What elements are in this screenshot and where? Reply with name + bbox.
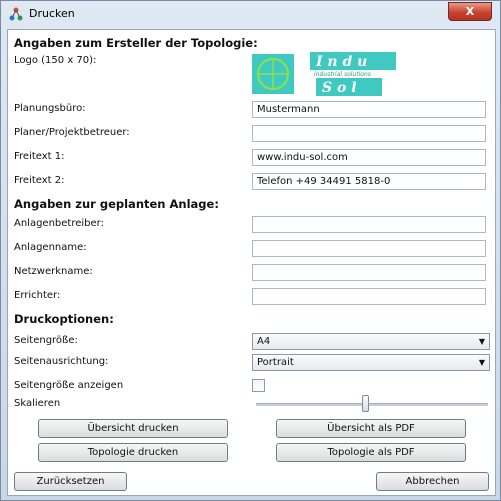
page-size-value: A4 bbox=[257, 336, 271, 347]
topology-print-button[interactable]: Topologie drucken bbox=[38, 443, 228, 462]
freitext2-label: Freitext 2: bbox=[14, 175, 65, 186]
anlagenname-input[interactable] bbox=[252, 240, 486, 257]
logo-line2: S o l bbox=[322, 80, 357, 96]
logo-image[interactable]: I n d u industrial solutions S o l bbox=[252, 50, 397, 96]
anlagenbetreiber-label: Anlagenbetreiber: bbox=[14, 218, 104, 229]
netzwerkname-input[interactable] bbox=[252, 264, 486, 281]
chevron-down-icon: ▼ bbox=[478, 358, 485, 367]
dialog-content: Angaben zum Ersteller der Topologie: Log… bbox=[7, 29, 496, 496]
overview-pdf-button[interactable]: Übersicht als PDF bbox=[276, 419, 466, 438]
section-print-heading: Druckoptionen: bbox=[14, 312, 114, 326]
scale-slider-thumb[interactable] bbox=[362, 395, 370, 412]
reset-button[interactable]: Zurücksetzen bbox=[14, 472, 127, 491]
title-bar: Drucken X bbox=[1, 1, 500, 27]
orientation-label: Seitenausrichtung: bbox=[14, 356, 109, 367]
show-page-size-checkbox[interactable] bbox=[252, 379, 265, 392]
page-size-label: Seitengröße: bbox=[14, 335, 78, 346]
planer-label: Planer/Projektbetreuer: bbox=[14, 127, 130, 138]
orientation-value: Portrait bbox=[257, 357, 294, 368]
scale-label: Skalieren bbox=[14, 398, 61, 409]
planungsbuero-label: Planungsbüro: bbox=[14, 103, 86, 114]
section-plant-heading: Angaben zur geplanten Anlage: bbox=[14, 197, 219, 211]
cancel-button[interactable]: Abbrechen bbox=[376, 472, 489, 491]
page-size-select[interactable]: A4 ▼ bbox=[252, 333, 490, 350]
planungsbuero-input[interactable]: Mustermann bbox=[252, 101, 486, 118]
anlagenname-label: Anlagenname: bbox=[14, 242, 87, 253]
freitext2-input[interactable]: Telefon +49 34491 5818-0 bbox=[252, 173, 486, 190]
topology-pdf-button[interactable]: Topologie als PDF bbox=[276, 443, 466, 462]
errichter-input[interactable] bbox=[252, 288, 486, 305]
chevron-down-icon: ▼ bbox=[478, 337, 485, 346]
logo-line1: I n d u bbox=[315, 54, 367, 70]
freitext1-label: Freitext 1: bbox=[14, 151, 65, 162]
planer-input[interactable] bbox=[252, 125, 486, 142]
scale-slider-track[interactable] bbox=[256, 403, 488, 406]
print-dialog: Drucken X Angaben zum Ersteller der Topo… bbox=[0, 0, 501, 501]
section-creator-heading: Angaben zum Ersteller der Topologie: bbox=[14, 36, 258, 50]
errichter-label: Errichter: bbox=[14, 290, 61, 301]
netzwerkname-label: Netzwerkname: bbox=[14, 266, 93, 277]
show-page-size-label: Seitengröße anzeigen bbox=[14, 380, 124, 391]
freitext1-input[interactable]: www.indu-sol.com bbox=[252, 149, 486, 166]
logo-tagline: industrial solutions bbox=[314, 71, 371, 78]
logo-label: Logo (150 x 70): bbox=[14, 55, 97, 66]
overview-print-button[interactable]: Übersicht drucken bbox=[38, 419, 228, 438]
close-button[interactable]: X bbox=[448, 2, 492, 21]
anlagenbetreiber-input[interactable] bbox=[252, 216, 486, 233]
app-icon bbox=[9, 7, 23, 21]
orientation-select[interactable]: Portrait ▼ bbox=[252, 354, 490, 371]
window-title: Drucken bbox=[29, 7, 75, 20]
